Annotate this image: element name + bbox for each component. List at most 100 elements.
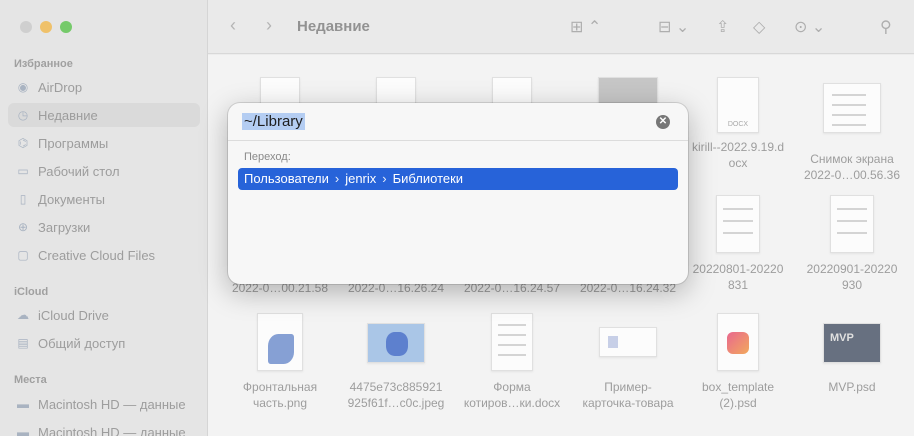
icloud-section-title: iCloud	[14, 286, 49, 298]
file-item[interactable]: Фронтальная часть.png	[222, 313, 338, 411]
file-item[interactable]: Пример- карточка-товара	[570, 327, 686, 411]
tag-icon[interactable]: ◇	[753, 17, 765, 37]
file-name: 20220901-20220	[806, 262, 898, 276]
file-name: 4475e73c885921	[349, 380, 443, 394]
sidebar-item-label: Macintosh HD — данные	[38, 396, 186, 412]
file-item[interactable]: 20220901-20220 930	[794, 195, 910, 293]
file-name: Форма	[493, 380, 531, 394]
favorites-section-title: Избранное	[14, 58, 73, 70]
file-name: box_template	[701, 380, 775, 394]
file-name-cont: часть.png	[252, 396, 308, 410]
file-item[interactable]: box_template (2).psd	[680, 313, 796, 411]
sidebar-item-icloud-drive[interactable]: ☁ iCloud Drive	[8, 303, 200, 327]
sidebar-item-creative-cloud[interactable]: ▢ Creative Cloud Files	[8, 243, 200, 267]
airdrop-icon: ◉	[17, 80, 29, 94]
path-input[interactable]: ~/Library	[242, 113, 305, 135]
desktop-icon: ▭	[17, 164, 29, 178]
file-name-cont: (2).psd	[719, 396, 757, 410]
clock-icon: ◷	[17, 108, 29, 122]
sidebar-item-recents[interactable]: ◷ Недавние	[8, 103, 200, 127]
file-name-cont: котиров…ки.docx	[463, 396, 561, 410]
file-icon: ▢	[17, 248, 29, 262]
sidebar-item-label: Рабочий стол	[38, 163, 120, 179]
file-item[interactable]: 20220801-20220 831	[680, 195, 796, 293]
go-to-folder-dialog: ~/Library ✕ Переход: Пользователи › jenrix…	[228, 103, 688, 284]
disk-icon: ▬	[17, 397, 29, 411]
sidebar-item-disk[interactable]: ▬ Macintosh HD — данные	[8, 392, 200, 416]
sidebar-item-label: Программы	[38, 135, 109, 151]
cloud-icon: ☁	[17, 308, 29, 322]
sidebar-item-shared[interactable]: ▤ Общий доступ	[8, 331, 200, 355]
file-name-cont: 831	[727, 278, 749, 292]
sidebar-item-documents[interactable]: ▯ Документы	[8, 187, 200, 211]
grid-view-icon[interactable]: ⊞ ⌃	[570, 17, 601, 37]
share-icon[interactable]: ⇪	[716, 17, 729, 37]
pdf-thumbnail	[716, 195, 760, 253]
docx-icon: DOCX	[717, 77, 759, 133]
file-item[interactable]: Форма котиров…ки.docx	[454, 313, 570, 411]
file-item[interactable]: DOCX kirill--2022.9.19.d ocx	[680, 77, 796, 171]
minimize-window-button[interactable]	[40, 21, 52, 33]
forward-arrow-icon[interactable]: ›	[266, 15, 272, 36]
search-icon[interactable]: ⚲	[880, 17, 892, 37]
apps-icon: ⌬	[17, 136, 29, 150]
path-input-selected-text: ~/Library	[242, 113, 305, 130]
sidebar-item-label: Документы	[38, 191, 106, 207]
path-separator: ›	[334, 171, 340, 186]
back-arrow-icon[interactable]: ‹	[230, 15, 236, 36]
file-name-cont: 925f61f…c0c.jpeg	[347, 396, 445, 410]
sidebar-item-label: AirDrop	[38, 79, 83, 95]
file-name: Снимок экрана	[810, 152, 894, 166]
toolbar: ‹ › Недавние ⊞ ⌃ ⊟ ⌄ ⇪ ◇ ⊙ ⌄ ⚲	[208, 0, 914, 54]
sidebar-item-label: Общий доступ	[38, 335, 126, 351]
file-item[interactable]: MVP MVP.psd	[794, 323, 910, 395]
sidebar-item-disk[interactable]: ▬ Macintosh HD — данные	[8, 420, 200, 436]
finder-window: Избранное ◉ AirDrop ◷ Недавние ⌬ Программы …	[0, 0, 914, 436]
path-segment-jenrix: jenrix	[345, 171, 377, 186]
zoom-window-button[interactable]	[60, 21, 72, 33]
sidebar-item-desktop[interactable]: ▭ Рабочий стол	[8, 159, 200, 183]
image-thumbnail	[599, 327, 657, 357]
clear-icon[interactable]: ✕	[656, 115, 670, 129]
sidebar-item-label: Загрузки	[38, 219, 91, 235]
sidebar-item-label: iCloud Drive	[38, 307, 109, 323]
sidebar-item-applications[interactable]: ⌬ Программы	[8, 131, 200, 155]
sidebar-item-downloads[interactable]: ⊕ Загрузки	[8, 215, 200, 239]
sidebar-item-label: Недавние	[38, 107, 98, 123]
file-name: kirill--2022.9.19.d	[691, 140, 785, 154]
file-name: MVP.psd	[828, 380, 876, 394]
file-name-cont: ocx	[728, 156, 748, 170]
pdf-thumbnail	[830, 195, 874, 253]
shared-folder-icon: ▤	[17, 336, 29, 350]
places-section-title: Места	[14, 374, 47, 386]
image-thumbnail	[367, 323, 425, 363]
file-item[interactable]: Снимок экрана 2022-0…00.56.36	[794, 83, 910, 183]
file-name-cont: 930	[841, 278, 863, 292]
psd-thumbnail: MVP	[823, 323, 881, 363]
document-icon: ▯	[19, 192, 27, 206]
path-separator: ›	[382, 171, 387, 186]
file-name-cont: 2022-0…00.56.36	[803, 168, 901, 182]
sidebar-item-label: Creative Cloud Files	[38, 247, 156, 263]
path-suggestion[interactable]: Пользователи › jenrix › Библиотеки	[238, 168, 678, 190]
docx-thumbnail	[491, 313, 533, 371]
more-actions-icon[interactable]: ⊙ ⌄	[794, 17, 825, 37]
file-item[interactable]: 4475e73c885921 925f61f…c0c.jpeg	[338, 323, 454, 411]
window-title: Недавние	[297, 18, 370, 35]
disk-icon: ▬	[17, 425, 29, 436]
file-name: 20220801-20220	[692, 262, 784, 276]
path-segment-library: Библиотеки	[392, 171, 464, 186]
file-name-cont: карточка-товара	[582, 396, 674, 410]
close-window-button[interactable]	[20, 21, 32, 33]
screenshot-thumbnail	[823, 83, 881, 133]
image-thumbnail	[257, 313, 303, 371]
sidebar: Избранное ◉ AirDrop ◷ Недавние ⌬ Программы …	[0, 0, 208, 436]
sidebar-item-airdrop[interactable]: ◉ AirDrop	[8, 75, 200, 99]
goto-label: Переход:	[244, 151, 291, 163]
group-icon[interactable]: ⊟ ⌄	[658, 17, 689, 37]
download-icon: ⊕	[17, 220, 29, 234]
file-name: Фронтальная	[242, 380, 318, 394]
file-name: Пример-	[604, 380, 652, 394]
psd-thumbnail	[717, 313, 759, 371]
sidebar-item-label: Macintosh HD — данные	[38, 424, 186, 436]
